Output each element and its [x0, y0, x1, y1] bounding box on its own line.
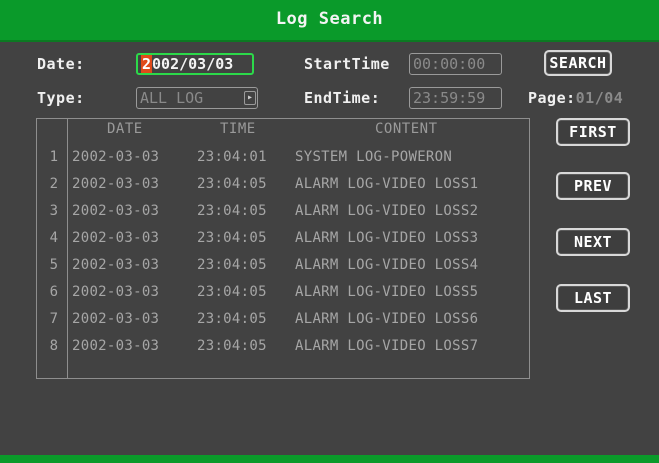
row-index: 5 [49, 257, 59, 273]
row-date: 2002-03-03 [72, 176, 160, 192]
log-search-screen: Log Search Date: 2002/03/03 StartTime 00… [0, 0, 659, 463]
date-label: Date: [37, 55, 85, 73]
row-content: ALARM LOG-VIDEO LOSS1 [295, 176, 479, 192]
date-field[interactable]: 2002/03/03 [136, 53, 254, 75]
row-content: ALARM LOG-VIDEO LOSS6 [295, 311, 479, 327]
start-time-label: StartTime [304, 55, 390, 73]
row-content: ALARM LOG-VIDEO LOSS5 [295, 284, 479, 300]
page-label: Page: [528, 89, 576, 107]
row-date: 2002-03-03 [72, 149, 160, 165]
first-page-button[interactable]: FIRST [556, 118, 630, 146]
row-time: 23:04:05 [197, 311, 267, 327]
row-content: ALARM LOG-VIDEO LOSS3 [295, 230, 479, 246]
row-index: 1 [49, 149, 59, 165]
row-time: 23:04:01 [197, 149, 267, 165]
row-content: ALARM LOG-VIDEO LOSS2 [295, 203, 479, 219]
row-index: 6 [49, 284, 59, 300]
row-time: 23:04:05 [197, 257, 267, 273]
row-content: ALARM LOG-VIDEO LOSS4 [295, 257, 479, 273]
table-row[interactable]: 2 2002-03-03 23:04:05 ALARM LOG-VIDEO LO… [37, 173, 529, 200]
row-time: 23:04:05 [197, 230, 267, 246]
bottom-bar [0, 455, 659, 463]
search-button[interactable]: SEARCH [544, 50, 612, 76]
title-bar: Log Search [0, 0, 659, 42]
date-cursor-char: 2 [141, 55, 153, 73]
row-date: 2002-03-03 [72, 203, 160, 219]
page-indicator: Page:01/04 [528, 89, 623, 107]
row-time: 23:04:05 [197, 284, 267, 300]
row-date: 2002-03-03 [72, 338, 160, 354]
start-time-field[interactable]: 00:00:00 [409, 53, 502, 75]
row-time: 23:04:05 [197, 338, 267, 354]
next-page-button[interactable]: NEXT [556, 228, 630, 256]
row-index: 2 [49, 176, 59, 192]
table-row[interactable]: 8 2002-03-03 23:04:05 ALARM LOG-VIDEO LO… [37, 335, 529, 362]
row-date: 2002-03-03 [72, 257, 160, 273]
row-index: 8 [49, 338, 59, 354]
row-index: 7 [49, 311, 59, 327]
table-row[interactable]: 5 2002-03-03 23:04:05 ALARM LOG-VIDEO LO… [37, 254, 529, 281]
header-content: CONTENT [375, 121, 438, 137]
type-value: ALL LOG [140, 89, 204, 107]
page-title: Log Search [275, 9, 384, 29]
prev-page-button[interactable]: PREV [556, 172, 630, 200]
page-value: 01/04 [575, 89, 624, 107]
type-label: Type: [37, 89, 85, 107]
dropdown-arrow-icon[interactable]: ▸ [244, 91, 256, 105]
end-time-field[interactable]: 23:59:59 [409, 87, 502, 109]
table-row[interactable]: 7 2002-03-03 23:04:05 ALARM LOG-VIDEO LO… [37, 308, 529, 335]
table-row[interactable]: 3 2002-03-03 23:04:05 ALARM LOG-VIDEO LO… [37, 200, 529, 227]
type-select[interactable]: ALL LOG ▸ [136, 87, 258, 109]
header-time: TIME [220, 121, 256, 137]
row-index: 4 [49, 230, 59, 246]
end-time-label: EndTime: [304, 89, 381, 107]
table-row[interactable]: 6 2002-03-03 23:04:05 ALARM LOG-VIDEO LO… [37, 281, 529, 308]
log-table: DATE TIME CONTENT 1 2002-03-03 23:04:01 … [36, 118, 530, 379]
row-content: ALARM LOG-VIDEO LOSS7 [295, 338, 479, 354]
last-page-button[interactable]: LAST [556, 284, 630, 312]
row-time: 23:04:05 [197, 203, 267, 219]
date-value: 002/03/03 [152, 55, 234, 73]
row-index: 3 [49, 203, 59, 219]
row-content: SYSTEM LOG-POWERON [295, 149, 453, 165]
row-date: 2002-03-03 [72, 311, 160, 327]
row-time: 23:04:05 [197, 176, 267, 192]
table-row[interactable]: 1 2002-03-03 23:04:01 SYSTEM LOG-POWERON [37, 146, 529, 173]
row-date: 2002-03-03 [72, 230, 160, 246]
row-date: 2002-03-03 [72, 284, 160, 300]
table-row[interactable]: 4 2002-03-03 23:04:05 ALARM LOG-VIDEO LO… [37, 227, 529, 254]
header-date: DATE [107, 121, 143, 137]
